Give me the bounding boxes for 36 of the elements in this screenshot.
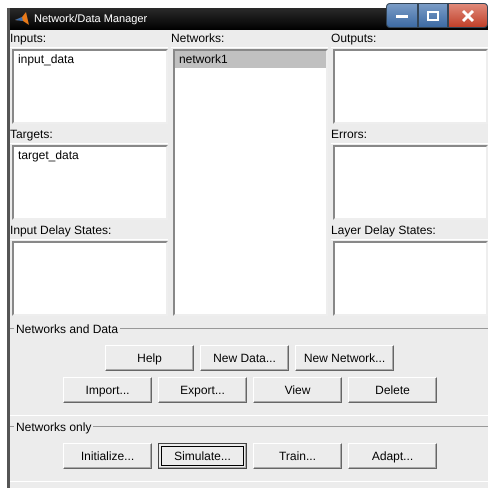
action-button[interactable]: Export... — [158, 377, 247, 403]
close-button[interactable] — [448, 3, 488, 28]
list-box[interactable]: input_data — [12, 49, 168, 124]
list-item[interactable]: target_data — [14, 147, 166, 164]
maximize-button[interactable] — [418, 3, 448, 28]
action-button[interactable]: Initialize... — [63, 443, 152, 469]
pane-label: Input Delay States: — [10, 222, 168, 240]
list-item[interactable]: input_data — [14, 51, 166, 68]
action-button[interactable]: Adapt... — [348, 443, 437, 469]
action-button[interactable]: Import... — [63, 377, 152, 403]
list-box[interactable] — [333, 49, 488, 124]
action-button[interactable]: View — [253, 377, 342, 403]
pane-label: Inputs: — [10, 30, 168, 48]
pane-label: Networks: — [171, 30, 328, 48]
close-icon — [461, 10, 475, 22]
minimize-button[interactable] — [386, 3, 418, 28]
list-item[interactable]: network1 — [175, 51, 326, 68]
action-button[interactable]: New Network... — [295, 345, 394, 371]
action-button[interactable]: Help — [105, 345, 194, 371]
list-box[interactable]: network1 — [173, 49, 328, 316]
action-button[interactable]: Simulate... — [158, 443, 247, 469]
list-box[interactable]: target_data — [12, 145, 168, 220]
list-box[interactable] — [12, 241, 168, 316]
pane-label: Outputs: — [331, 30, 488, 48]
minimize-icon — [395, 12, 409, 18]
list-box[interactable] — [333, 241, 488, 316]
action-button[interactable]: Train... — [253, 443, 342, 469]
pane-label: Layer Delay States: — [331, 222, 488, 240]
maximize-icon — [426, 10, 440, 22]
pane-label: Errors: — [331, 126, 488, 144]
app-logo-icon — [14, 12, 30, 26]
pane-label: Targets: — [10, 126, 168, 144]
action-button[interactable]: Delete — [348, 377, 437, 403]
list-box[interactable] — [333, 145, 488, 220]
action-button[interactable]: New Data... — [200, 345, 289, 371]
window-title: Network/Data Manager — [34, 12, 148, 27]
